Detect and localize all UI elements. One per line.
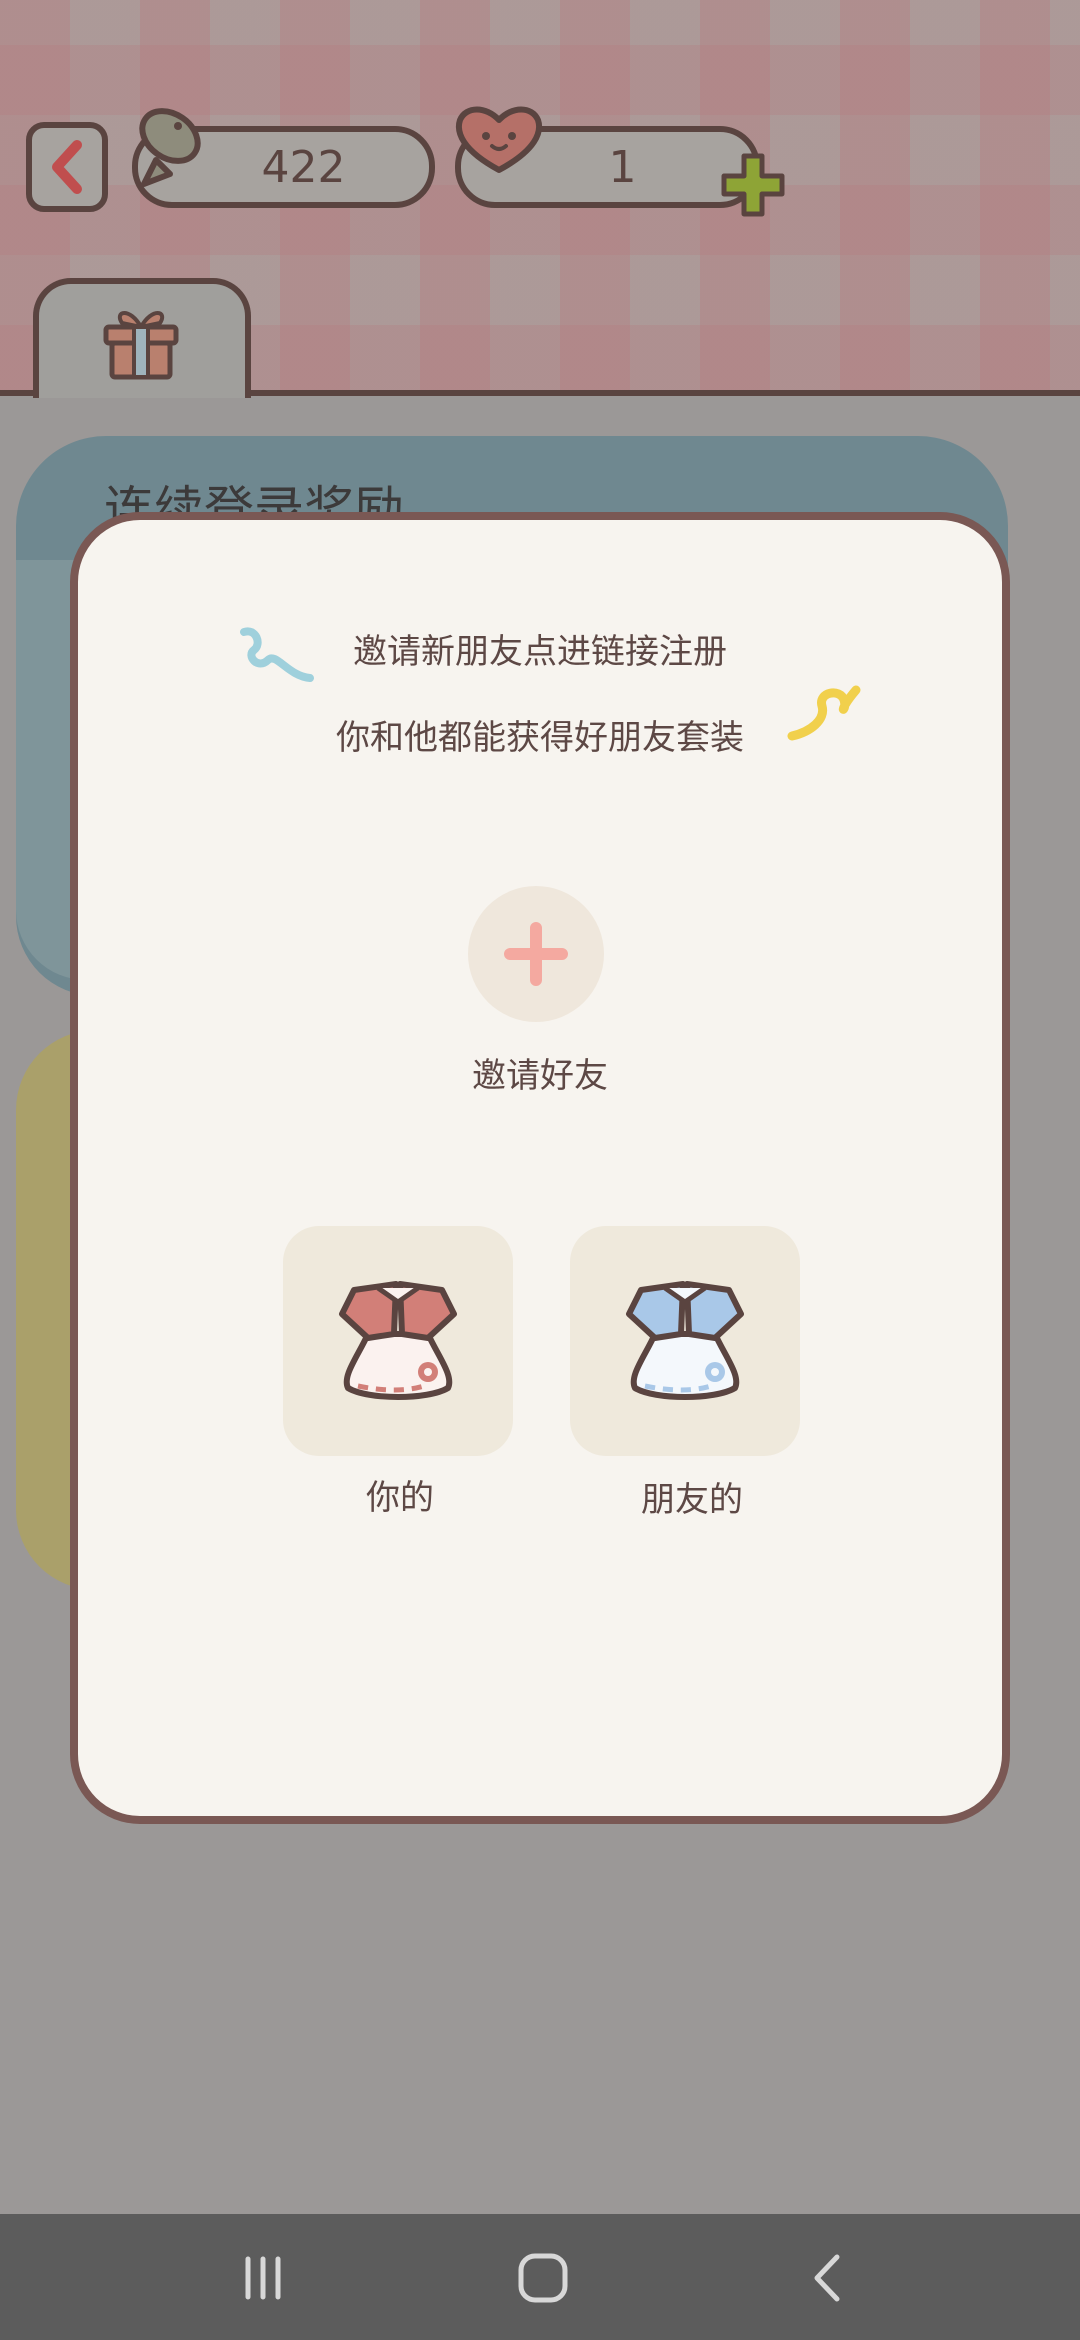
reward-yours-box[interactable]: [283, 1226, 513, 1456]
gift-icon: [103, 311, 179, 380]
back-button[interactable]: [26, 122, 108, 212]
back-chevron-icon: [52, 140, 82, 194]
home-icon: [518, 2253, 568, 2303]
invite-description-line2: 你和他都能获得好朋友套装: [336, 718, 744, 758]
dress-icon: [339, 1281, 457, 1400]
invite-friend-label[interactable]: 邀请好友: [0, 1048, 1080, 1097]
reward-friend-box[interactable]: [570, 1226, 800, 1456]
invite-description-line1: 邀请新朋友点进链接注册: [353, 632, 727, 672]
reward-friend-label: 朋友的: [641, 1480, 743, 1520]
heart-face-icon: [456, 106, 542, 173]
add-plus-icon: [504, 922, 568, 986]
add-plus-icon[interactable]: [718, 150, 788, 220]
heart-count: 1: [608, 141, 637, 193]
fish-icon: [139, 108, 201, 187]
reward-yours-label: 你的: [366, 1478, 434, 1518]
back-icon: [814, 2254, 840, 2302]
home-button[interactable]: [508, 2248, 578, 2308]
fish-count: 422: [261, 141, 346, 193]
dress-icon: [626, 1281, 744, 1400]
recent-apps-icon: [245, 2256, 281, 2300]
invite-modal: [70, 512, 1010, 1824]
system-back-button[interactable]: [792, 2248, 862, 2308]
invite-friend-button[interactable]: [468, 886, 604, 1022]
ribbon-icon: [787, 685, 861, 741]
recent-apps-button[interactable]: [228, 2248, 298, 2308]
